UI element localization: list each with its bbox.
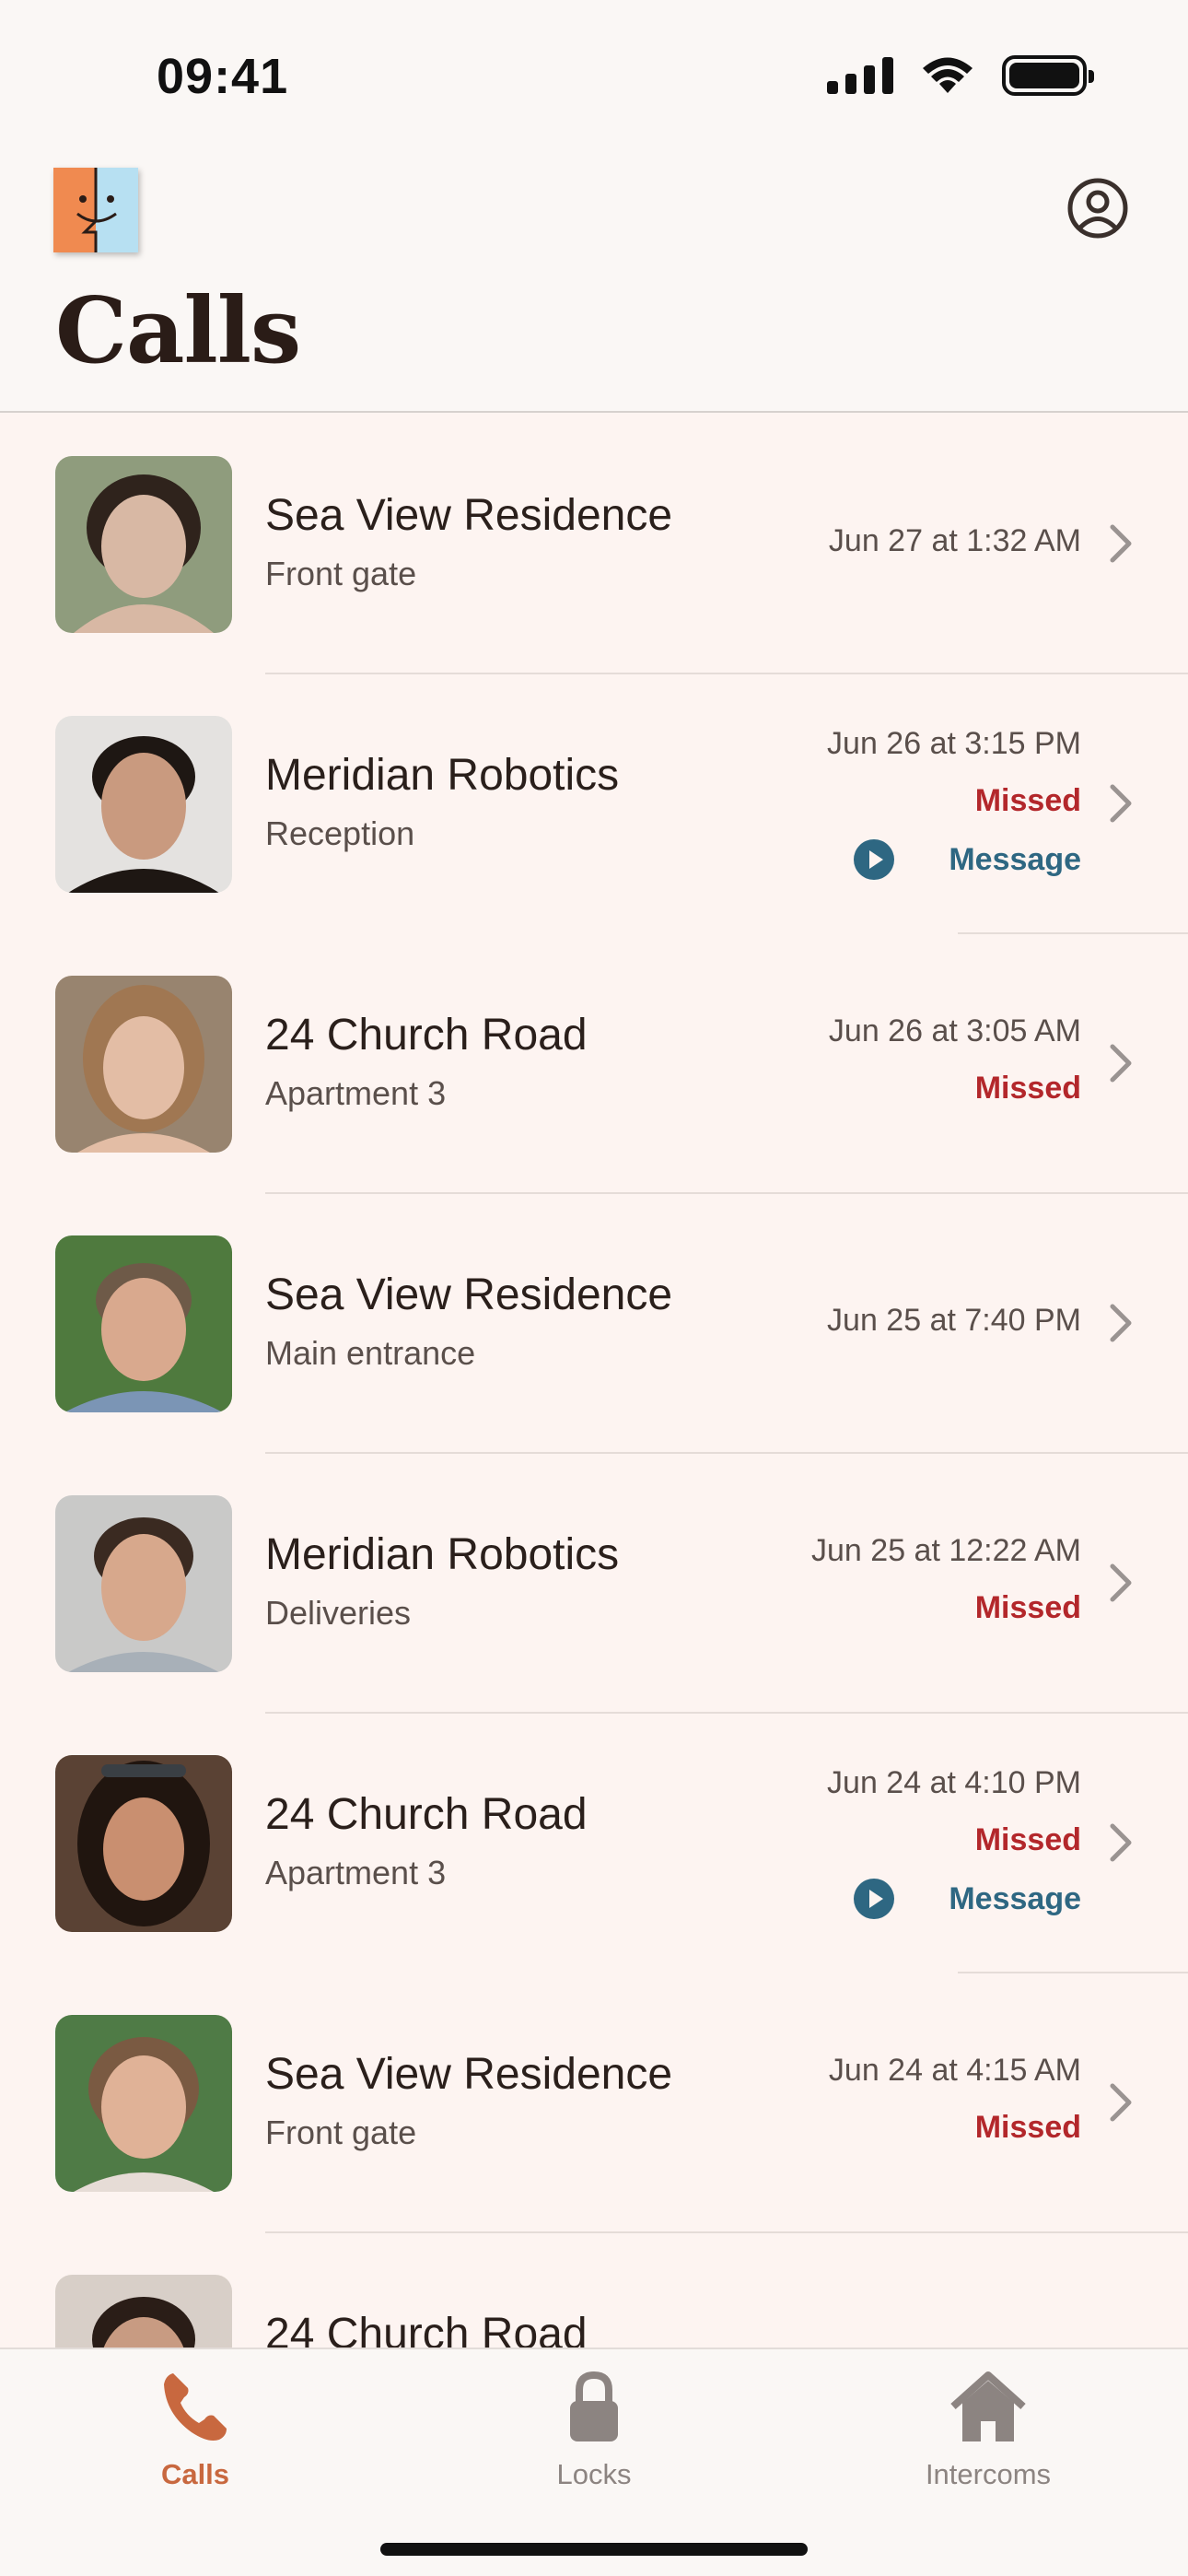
chevron-right-icon: [1110, 1044, 1132, 1083]
profile-icon[interactable]: [1066, 177, 1129, 240]
call-location: Front gate: [265, 2113, 417, 2151]
battery-icon: [1002, 55, 1094, 96]
call-row[interactable]: Sea View Residence Main entrance Jun 25 …: [0, 1194, 1188, 1454]
lock-icon: [570, 2371, 618, 2441]
call-date: Jun 27 at 1:32 AM: [828, 523, 1081, 558]
caller-avatar: [55, 456, 232, 633]
call-site-name: 24 Church Road: [265, 1790, 588, 1839]
tab-locks[interactable]: Locks: [456, 2349, 732, 2534]
wifi-icon: [923, 57, 973, 93]
caller-avatar: [55, 976, 232, 1153]
missed-label: Missed: [974, 783, 1081, 818]
caller-avatar: [55, 1495, 232, 1672]
call-site-name: Meridian Robotics: [265, 1530, 620, 1579]
call-site-name: Meridian Robotics: [265, 751, 620, 800]
tab-label: Locks: [556, 2458, 632, 2490]
chevron-right-icon: [1110, 1823, 1132, 1862]
caller-avatar: [55, 1235, 232, 1412]
missed-label: Missed: [974, 2110, 1081, 2145]
tab-label: Calls: [160, 2458, 230, 2490]
page-title: Calls: [55, 278, 301, 384]
chevron-right-icon: [1110, 784, 1132, 823]
cellular-signal-icon: [827, 57, 893, 94]
call-date: Jun 26 at 3:05 AM: [828, 1013, 1081, 1048]
call-row[interactable]: 24 Church Road Apartment 3 Jun 24 at 4:1…: [0, 1714, 1188, 1973]
call-site-name: 24 Church Road: [265, 1011, 588, 1060]
call-site-name: Sea View Residence: [265, 491, 673, 540]
chevron-right-icon: [1110, 1304, 1132, 1342]
call-row[interactable]: 24 Church Road: [0, 2233, 1188, 2348]
chevron-right-icon: [1110, 1563, 1132, 1602]
caller-avatar: [55, 2275, 232, 2348]
chevron-right-icon: [1110, 524, 1132, 563]
call-row[interactable]: Sea View Residence Front gate Jun 27 at …: [0, 415, 1188, 674]
tab-bar: Calls Locks Intercoms: [0, 2348, 1188, 2576]
caller-avatar: [55, 1755, 232, 1932]
call-date: Jun 24 at 4:15 AM: [828, 2053, 1081, 2088]
call-row[interactable]: 24 Church Road Apartment 3 Jun 26 at 3:0…: [0, 934, 1188, 1194]
call-location: Reception: [265, 814, 415, 852]
app-logo-icon: [53, 168, 138, 252]
call-date: Jun 26 at 3:15 PM: [827, 726, 1081, 761]
call-location: Apartment 3: [265, 1854, 447, 1891]
status-bar: 09:41: [0, 0, 1188, 157]
missed-label: Missed: [974, 1822, 1081, 1857]
caller-avatar: [55, 2015, 232, 2192]
tab-label: Intercoms: [925, 2458, 1052, 2490]
caller-avatar: [55, 716, 232, 893]
call-date: Jun 24 at 4:10 PM: [827, 1765, 1081, 1800]
play-message-icon[interactable]: [853, 1878, 895, 1920]
call-site-name: Sea View Residence: [265, 1270, 673, 1319]
call-row[interactable]: Sea View Residence Front gate Jun 24 at …: [0, 1973, 1188, 2233]
home-indicator: [380, 2543, 808, 2556]
header: Calls: [0, 157, 1188, 413]
house-icon: [950, 2371, 1026, 2441]
call-location: Front gate: [265, 555, 417, 592]
calls-list[interactable]: Sea View Residence Front gate Jun 27 at …: [0, 415, 1188, 2348]
message-link[interactable]: Message: [949, 842, 1081, 878]
missed-label: Missed: [974, 1590, 1081, 1625]
phone-icon: [164, 2373, 227, 2441]
call-location: Deliveries: [265, 1594, 412, 1632]
call-date: Jun 25 at 7:40 PM: [827, 1303, 1081, 1338]
call-site-name: 24 Church Road: [265, 2310, 588, 2348]
call-site-name: Sea View Residence: [265, 2050, 673, 2099]
play-message-icon[interactable]: [853, 838, 895, 881]
tab-calls[interactable]: Calls: [57, 2349, 333, 2534]
status-icons: [827, 55, 1094, 96]
message-link[interactable]: Message: [949, 1881, 1081, 1917]
call-row[interactable]: Meridian Robotics Reception Jun 26 at 3:…: [0, 674, 1188, 934]
missed-label: Missed: [974, 1071, 1081, 1106]
call-row[interactable]: Meridian Robotics Deliveries Jun 25 at 1…: [0, 1454, 1188, 1714]
chevron-right-icon: [1110, 2083, 1132, 2122]
tab-intercoms[interactable]: Intercoms: [850, 2349, 1126, 2534]
status-time: 09:41: [157, 49, 289, 104]
call-date: Jun 25 at 12:22 AM: [811, 1533, 1081, 1568]
call-location: Main entrance: [265, 1334, 476, 1372]
call-location: Apartment 3: [265, 1074, 447, 1112]
